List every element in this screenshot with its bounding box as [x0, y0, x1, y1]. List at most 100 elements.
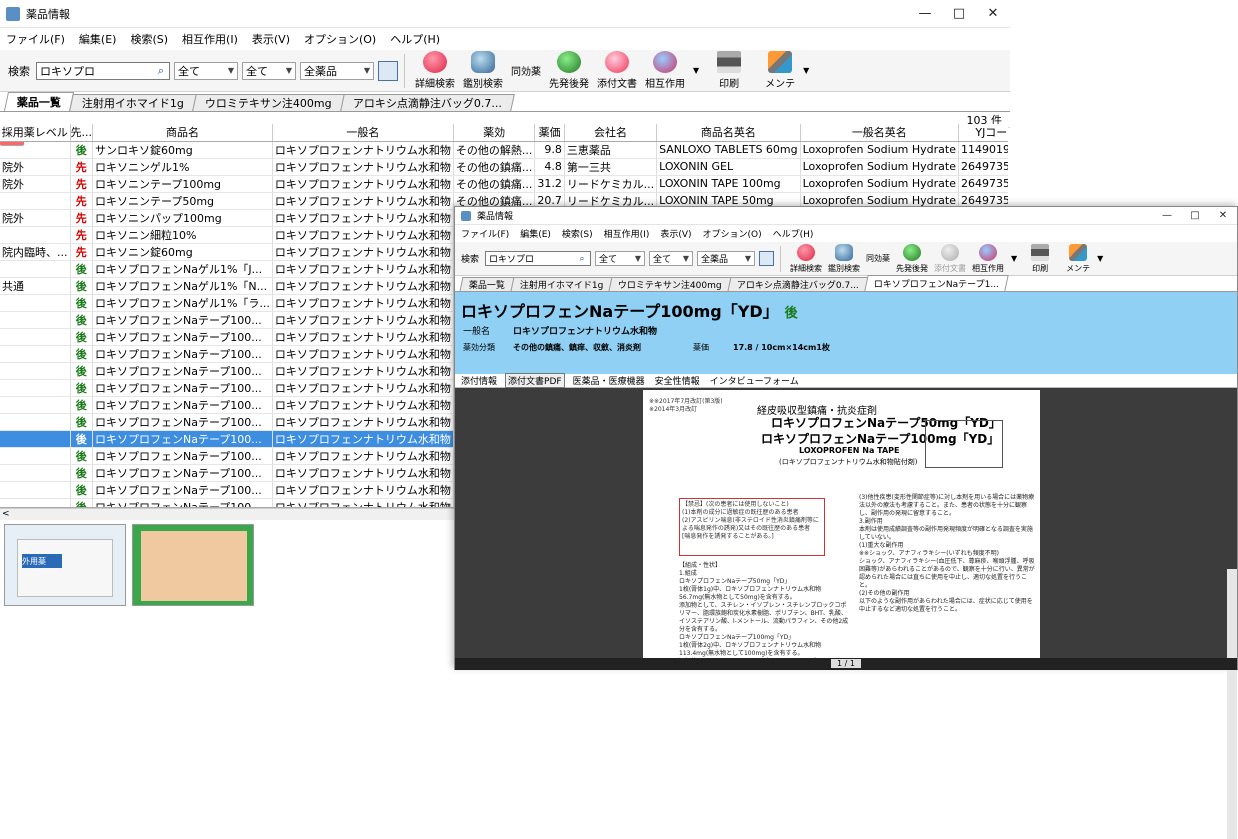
- tab-ifomide[interactable]: 注射用イホマイド1g: [69, 94, 197, 111]
- minimize-button[interactable]: —: [908, 6, 942, 21]
- subtab-medical-devices[interactable]: 医薬品・医療機器: [571, 374, 647, 387]
- package-insert-button[interactable]: 添付文書: [597, 51, 637, 90]
- pdf-viewer[interactable]: ※※2017年7月改訂(第3版) ※2014年3月改訂 経皮吸収型鎮痛・抗炎症剤…: [455, 388, 1237, 839]
- menu-view[interactable]: 表示(V): [252, 31, 290, 47]
- column-header-8[interactable]: 一般名英名: [800, 124, 960, 142]
- tab-loxoprofen-tape[interactable]: ロキソプロフェンNaテープ1...: [864, 275, 1009, 291]
- menu-option[interactable]: オプション(O): [304, 31, 376, 47]
- close-button[interactable]: ✕: [1209, 210, 1237, 221]
- filter-select-3[interactable]: 全薬品 ▼: [300, 61, 374, 80]
- menu-file[interactable]: ファイル(F): [6, 31, 65, 47]
- package-image-front[interactable]: 外用薬: [4, 524, 126, 606]
- menu-edit[interactable]: 編集(E): [520, 227, 551, 240]
- column-header-1[interactable]: 先...: [70, 124, 93, 142]
- tab-drug-list[interactable]: 薬品一覧: [459, 277, 515, 291]
- drug-header-panel: ロキソプロフェンNaテープ100mg「YD」後 一般名 ロキソプロフェンナトリウ…: [455, 292, 1237, 378]
- subtab-package-insert-pdf[interactable]: 添付文書PDF: [505, 373, 565, 388]
- search-input[interactable]: ロキソプロ ⌕: [36, 61, 170, 80]
- pdf-side-effects-text: (3)他性疾患(変形性関節症等)に対し本剤を用いる場合には薬物療法以外の療法も考…: [859, 494, 1035, 613]
- pdf-vertical-scrollbar[interactable]: [1227, 569, 1237, 839]
- tab-ifomide[interactable]: 注射用イホマイド1g: [510, 277, 613, 291]
- maintenance-button[interactable]: メンテ: [765, 51, 795, 90]
- filter-select-2[interactable]: 全て ▼: [649, 251, 694, 266]
- pdf-page: ※※2017年7月改訂(第3版) ※2014年3月改訂 経皮吸収型鎮痛・抗炎症剤…: [643, 390, 1040, 658]
- maximize-button[interactable]: □: [942, 6, 976, 21]
- interaction-button[interactable]: 相互作用: [645, 51, 685, 90]
- column-header-9[interactable]: YJコード: [958, 124, 1008, 142]
- maintenance-dropdown-icon[interactable]: ▼: [803, 66, 809, 75]
- maintenance-button[interactable]: メンテ: [1066, 243, 1090, 274]
- identify-search-button[interactable]: 鑑別検索: [828, 243, 860, 274]
- tab-aloxi[interactable]: アロキシ点滴静注バッグ0.7...: [727, 277, 869, 291]
- minimize-button[interactable]: —: [1153, 210, 1181, 221]
- table-cell: ロキソプロフェンナトリウム水和物: [272, 498, 454, 507]
- package-image-back[interactable]: [132, 524, 254, 606]
- column-header-3[interactable]: 一般名: [272, 124, 454, 142]
- menu-option[interactable]: オプション(O): [703, 227, 762, 240]
- menu-view[interactable]: 表示(V): [660, 227, 691, 240]
- column-header-5[interactable]: 薬価: [534, 124, 565, 142]
- table-cell: [0, 226, 71, 244]
- table-row[interactable]: 後サンロキソ錠60mg ロキソプロフェンナトリウム水和物 その他の解熱... 9.8 三…: [0, 141, 1008, 159]
- close-button[interactable]: ✕: [976, 6, 1010, 21]
- menu-help[interactable]: ヘルプ(H): [773, 227, 814, 240]
- tab-uromitexan[interactable]: ウロミテキサン注400mg: [608, 277, 732, 291]
- table-cell: ロキソプロフェンナトリウム水和物: [272, 175, 454, 193]
- interaction-dropdown-icon[interactable]: ▼: [693, 66, 699, 75]
- subtab-attached-info[interactable]: 添付情報: [459, 374, 499, 387]
- print-button[interactable]: 印刷: [1031, 243, 1050, 274]
- tab-drug-list[interactable]: 薬品一覧: [3, 92, 75, 111]
- table-row[interactable]: 院外先ロキソニンテープ100mg ロキソプロフェンナトリウム水和物 その他の鎮痛..…: [0, 175, 1008, 193]
- maintenance-dropdown-icon[interactable]: ▼: [1097, 254, 1103, 263]
- menu-interaction[interactable]: 相互作用(I): [182, 31, 238, 47]
- search-icon[interactable]: ⌕: [153, 64, 169, 78]
- pdf-page-indicator[interactable]: 1 / 1: [831, 659, 861, 668]
- detail-search-button[interactable]: 詳細検索: [790, 243, 822, 274]
- same-effect-label: 同効薬: [511, 67, 541, 78]
- table-cell: 後: [70, 294, 93, 312]
- generic-name-value: ロキソプロフェンナトリウム水和物: [513, 327, 658, 337]
- table-cell: ロキソプロフェンナトリウム水和物: [272, 294, 454, 312]
- detail-search-button[interactable]: 詳細検索: [415, 51, 455, 90]
- interaction-dropdown-icon[interactable]: ▼: [1011, 254, 1017, 263]
- filter-select-1[interactable]: 全て ▼: [595, 251, 646, 266]
- scroll-left-icon[interactable]: <: [2, 509, 10, 519]
- search-icon[interactable]: ⌕: [574, 254, 590, 264]
- magnifier-icon: [471, 51, 495, 73]
- menu-file[interactable]: ファイル(F): [461, 227, 509, 240]
- brand-generic-button[interactable]: 先発後発: [549, 51, 589, 90]
- filter-select-1[interactable]: 全て ▼: [174, 61, 238, 80]
- search-input[interactable]: ロキソプロ ⌕: [485, 251, 592, 266]
- menu-interaction[interactable]: 相互作用(I): [604, 227, 650, 240]
- menu-help[interactable]: ヘルプ(H): [390, 31, 440, 47]
- column-header-7[interactable]: 商品名英名: [656, 124, 801, 142]
- column-header-6[interactable]: 会社名: [564, 124, 658, 142]
- column-header-2[interactable]: 商品名: [92, 124, 273, 142]
- subtab-safety-info[interactable]: 安全性情報: [653, 374, 702, 387]
- menu-search[interactable]: 検索(S): [130, 31, 168, 47]
- filter-select-2[interactable]: 全て ▼: [242, 61, 296, 80]
- brand-generic-button[interactable]: 先発後発: [896, 243, 928, 274]
- filter-select-3[interactable]: 全薬品 ▼: [697, 251, 756, 266]
- chevron-down-icon: ▼: [634, 254, 642, 263]
- table-row[interactable]: 院外先ロキソニンゲル1% ロキソプロフェンナトリウム水和物 その他の鎮痛... 4.8…: [0, 158, 1008, 176]
- package-insert-button[interactable]: 添付文書: [934, 243, 966, 274]
- panel-toggle-button[interactable]: [378, 60, 398, 81]
- menu-search[interactable]: 検索(S): [562, 227, 593, 240]
- interaction-button[interactable]: 相互作用: [972, 243, 1004, 274]
- search-input-value: ロキソプロ: [489, 255, 535, 265]
- same-effect-button[interactable]: 同効薬: [455, 253, 890, 348]
- identify-search-button[interactable]: 鑑別検索: [463, 51, 503, 90]
- tab-aloxi[interactable]: アロキシ点滴静注バッグ0.7...: [339, 94, 515, 111]
- menu-edit[interactable]: 編集(E): [79, 31, 117, 47]
- subtab-interview-form[interactable]: インタビューフォーム: [708, 374, 801, 387]
- same-effect-button[interactable]: 同効薬: [0, 63, 541, 146]
- panel-toggle-button[interactable]: [759, 251, 775, 266]
- maximize-button[interactable]: □: [1181, 210, 1209, 221]
- filter-select-1-value: 全て: [599, 255, 618, 265]
- column-header-4[interactable]: 薬効: [453, 124, 536, 142]
- tab-uromitexan[interactable]: ウロミテキサン注400mg: [192, 94, 345, 111]
- print-button[interactable]: 印刷: [717, 51, 742, 90]
- column-header-0[interactable]: 採用薬レベル: [0, 124, 71, 142]
- table-cell: ロキソプロフェンナトリウム水和物: [272, 226, 454, 244]
